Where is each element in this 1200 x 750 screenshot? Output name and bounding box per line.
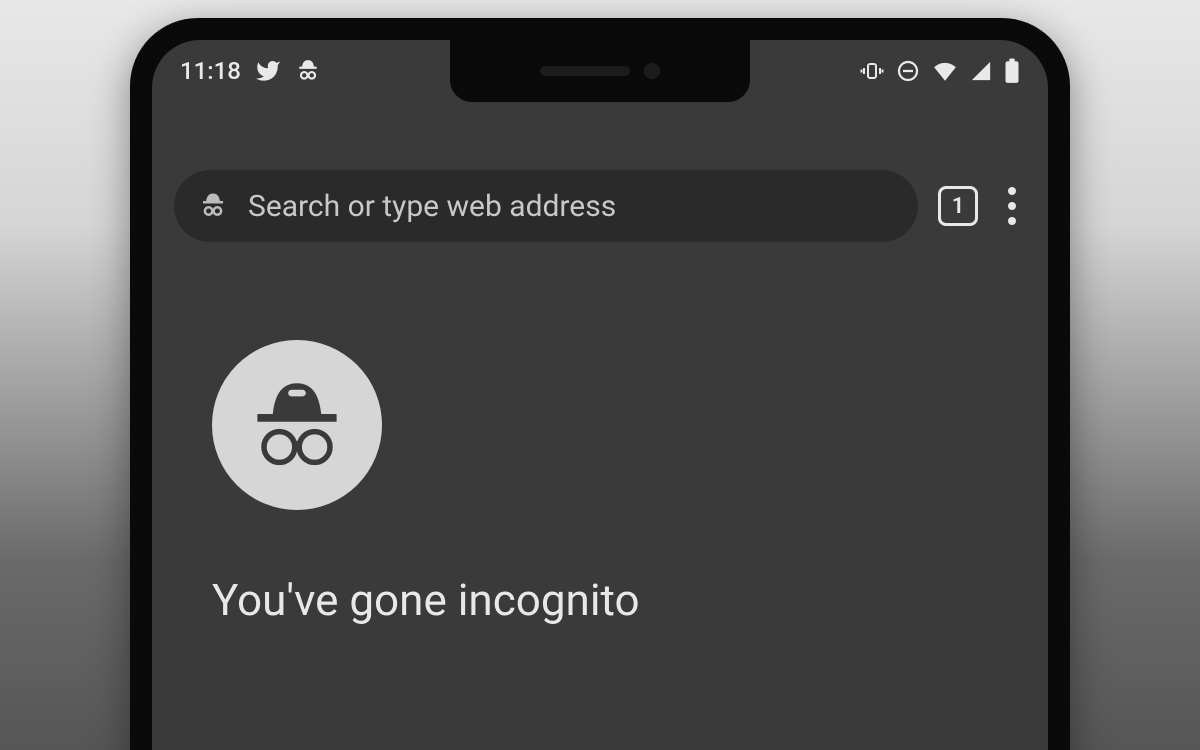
tab-switcher-button[interactable]: 1 [938,186,978,226]
address-bar[interactable]: Search or type web address [174,170,918,242]
status-bar: 11:18 [152,40,1048,102]
address-bar-placeholder: Search or type web address [248,189,616,224]
menu-dot-icon [1008,202,1016,210]
status-time: 11:18 [180,57,241,85]
phone-frame: 11:18 [130,18,1070,750]
phone-screen: 11:18 [152,40,1048,750]
vibrate-icon [860,59,884,83]
browser-toolbar: Search or type web address 1 [174,170,1026,242]
incognito-status-icon [295,58,321,84]
incognito-hero-icon [212,340,382,510]
incognito-omnibox-icon [198,191,228,221]
wifi-icon [932,58,958,84]
page-content: You've gone incognito [212,340,988,626]
tab-count: 1 [952,194,965,219]
incognito-heading: You've gone incognito [212,574,988,626]
do-not-disturb-icon [896,59,920,83]
cellular-signal-icon [970,60,992,82]
status-bar-right [860,58,1020,84]
twitter-icon [255,58,281,84]
menu-dot-icon [1008,187,1016,195]
status-bar-left: 11:18 [180,57,321,85]
battery-icon [1004,58,1020,84]
overflow-menu-button[interactable] [998,187,1026,225]
menu-dot-icon [1008,217,1016,225]
